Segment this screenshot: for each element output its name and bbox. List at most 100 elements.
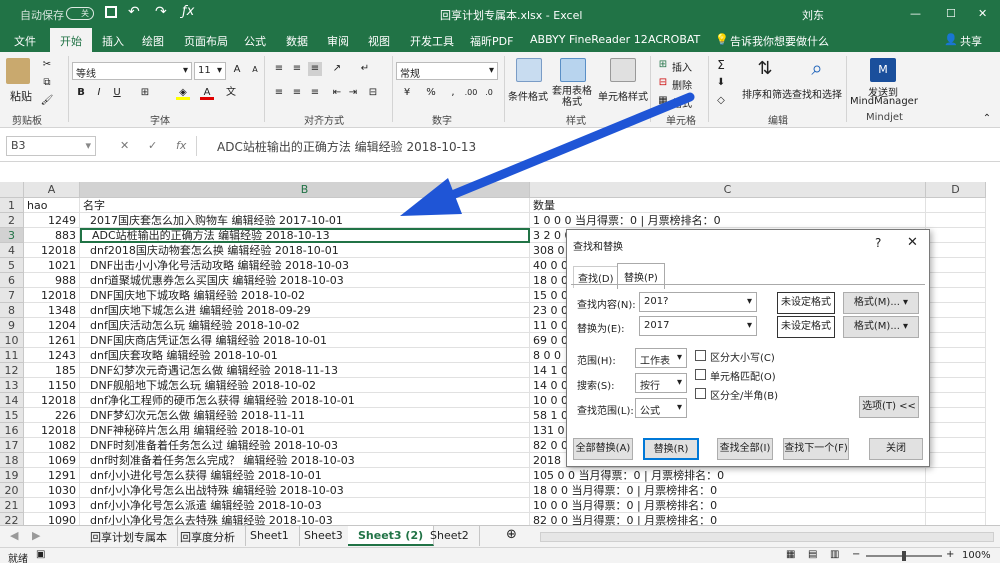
row-header[interactable]: 6 [0,273,24,288]
tab-page-layout[interactable]: 页面布局 [184,33,228,49]
find-select-button[interactable]: 查找和选择 [792,86,842,101]
tab-file[interactable]: 文件 [14,33,36,49]
cell-a[interactable]: 1021 [24,258,80,273]
cell-a[interactable]: 1090 [24,513,80,525]
options-button[interactable]: 选项(T) << [859,396,919,418]
cell-b[interactable]: DNF梦幻次元怎么做 编辑经验 2018-11-11 [80,408,530,423]
underline-icon[interactable]: U [110,86,124,100]
format-table-icon[interactable] [560,58,586,82]
find-format-button[interactable]: 格式(M)... ▾ [843,292,919,314]
minimize-icon[interactable]: — [910,7,921,20]
cell-b[interactable]: DNF神秘碎片怎么用 编辑经验 2018-10-01 [80,423,530,438]
row-header[interactable]: 12 [0,363,24,378]
format-painter-icon[interactable]: 🖌 [40,94,54,108]
row-header[interactable]: 22 [0,513,24,525]
cell-c[interactable]: 10 0 0 当月得票：0 | 月票榜排名：0 [530,498,926,513]
sheet-tab-6[interactable]: Sheet2 [420,526,480,546]
tab-developer[interactable]: 开发工具 [410,33,454,49]
cell-c[interactable]: 82 0 0 当月得票：0 | 月票榜排名：0 [530,513,926,525]
cell-c[interactable]: 105 0 0 当月得票：0 | 月票榜排名：0 [530,468,926,483]
enter-icon[interactable]: ✓ [148,139,157,152]
tab-acrobat[interactable]: ACROBAT [648,33,700,46]
cell-b[interactable]: DNF出击小小净化号活动攻略 编辑经验 2018-10-03 [80,258,530,273]
format-as-table-button[interactable]: 套用表格格式 [548,86,596,108]
zoom-slider[interactable] [866,551,942,561]
cell-d[interactable] [926,498,986,513]
find-all-button[interactable]: 查找全部(I) [717,438,773,460]
row-header[interactable]: 21 [0,498,24,513]
cell-d[interactable] [926,438,986,453]
normal-view-icon[interactable]: ▦ [786,549,795,560]
cell-styles-button[interactable]: 单元格样式 [598,88,648,103]
replace-all-button[interactable]: 全部替换(A) [573,438,633,460]
font-color-icon[interactable]: A [200,86,214,100]
sheet-tab-3[interactable]: Sheet1 [240,526,300,546]
row-header[interactable]: 2 [0,213,24,228]
delete-button[interactable]: 删除 [672,77,692,92]
cell-a[interactable]: 1291 [24,468,80,483]
cell-b[interactable]: ADC站桩输出的正确方法 编辑经验 2018-10-13 [80,228,530,243]
cell-b[interactable]: dnf小小净化号怎么去特殊 编辑经验 2018-10-03 [80,513,530,525]
cell-a[interactable]: 226 [24,408,80,423]
percent-icon[interactable]: % [424,86,438,100]
match-byte-checkbox[interactable] [695,388,706,399]
column-header-c[interactable]: C [530,182,926,198]
clear-icon[interactable]: ◇ [714,94,728,108]
cell-a[interactable]: 1150 [24,378,80,393]
cell-b[interactable]: dnf小小净化号怎么出战特殊 编辑经验 2018-10-03 [80,483,530,498]
grow-font-icon[interactable]: A [230,63,244,77]
maximize-icon[interactable]: ☐ [946,7,956,20]
cell-a[interactable]: 1204 [24,318,80,333]
tab-review[interactable]: 审阅 [327,33,349,49]
number-format-select[interactable]: 常规 ▾ [396,62,498,80]
share-button[interactable]: 共享 [960,33,982,49]
close-button[interactable]: 关闭 [869,438,923,460]
formula-icon[interactable]: ƒx [182,4,194,19]
cell-styles-icon[interactable] [610,58,636,82]
increase-decimal-icon[interactable]: .00 [464,86,478,100]
cell-b[interactable]: dnf小小进化号怎么获得 编辑经验 2018-10-01 [80,468,530,483]
cell-a[interactable]: 1261 [24,333,80,348]
increase-indent-icon[interactable]: ⇥ [346,86,360,100]
cell-d[interactable] [926,213,986,228]
row-header[interactable]: 14 [0,393,24,408]
tab-draw[interactable]: 绘图 [142,33,164,49]
insert-button[interactable]: 插入 [672,59,692,74]
row-header[interactable]: 18 [0,453,24,468]
paste-button[interactable]: 粘贴 [10,88,32,104]
format-button[interactable]: 格式 [672,95,692,110]
fill-color-icon[interactable]: ◈ [176,86,190,100]
user-name[interactable]: 刘东 [802,7,824,23]
cell-d[interactable] [926,363,986,378]
cell-b[interactable]: dnf国庆活动怎么玩 编辑经验 2018-10-02 [80,318,530,333]
cell-d[interactable] [926,453,986,468]
cell-b[interactable]: dnf净化工程师的硬币怎么获得 编辑经验 2018-10-01 [80,393,530,408]
comma-icon[interactable]: , [446,86,460,100]
cell-d[interactable] [926,228,986,243]
cell-d[interactable] [926,348,986,363]
find-next-button[interactable]: 查找下一个(F) [783,438,849,460]
italic-icon[interactable]: I [92,86,106,100]
cell-a[interactable]: 1243 [24,348,80,363]
cell-c[interactable]: 数量 [530,198,926,213]
tab-foxit-pdf[interactable]: 福昕PDF [470,33,513,49]
replace-format-button[interactable]: 格式(M)... ▾ [843,316,919,338]
align-top-icon[interactable]: ≡ [272,62,286,76]
align-center-icon[interactable]: ≡ [290,86,304,100]
horizontal-scrollbar[interactable] [540,532,994,542]
search-order-select[interactable]: 按行 ▾ [635,373,687,393]
decrease-decimal-icon[interactable]: .0 [482,86,496,100]
row-header[interactable]: 15 [0,408,24,423]
font-name-select[interactable]: 等线 ▾ [72,62,192,80]
cell-b[interactable]: dnf国庆套攻略 编辑经验 2018-10-01 [80,348,530,363]
row-header[interactable]: 13 [0,378,24,393]
cell-a[interactable]: 1082 [24,438,80,453]
bold-icon[interactable]: B [74,86,88,100]
zoom-out-icon[interactable]: − [852,549,860,560]
tab-home[interactable]: 开始 [50,28,92,52]
page-layout-icon[interactable]: ▤ [808,549,817,560]
close-dialog-icon[interactable]: ✕ [907,235,918,250]
formula-input[interactable]: ADC站桩输出的正确方法 编辑经验 2018-10-13 [196,136,994,156]
borders-icon[interactable]: ⊞ [138,86,152,100]
font-size-select[interactable]: 11 ▾ [194,62,226,80]
